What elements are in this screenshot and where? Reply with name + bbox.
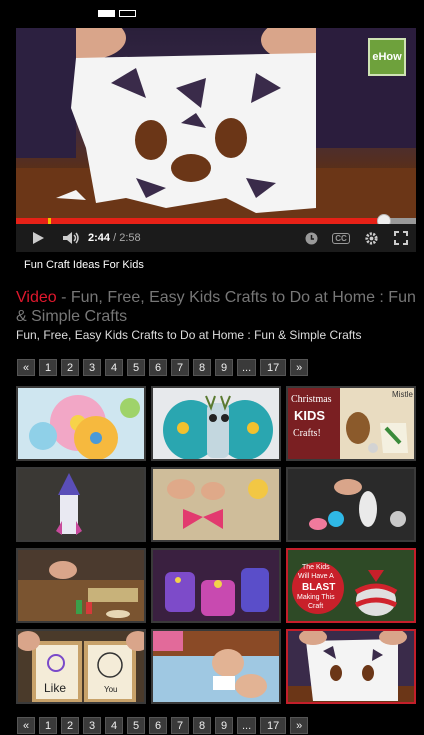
pager-page-4[interactable]: 4 (105, 717, 123, 734)
pager-page-5[interactable]: 5 (127, 359, 145, 376)
pager-page-1[interactable]: 1 (39, 717, 57, 734)
thumbnail-cupcake-houses-image (165, 568, 269, 616)
video-still-image (16, 28, 416, 218)
video-frame[interactable]: eHow (16, 28, 416, 218)
pagination-bottom: « 1 2 3 4 5 6 7 8 9 ... 17 » (17, 717, 309, 734)
thumbnail-christmas-kids-crafts[interactable]: Christmas KIDS Crafts! Mistle (286, 386, 416, 461)
pager-page-8[interactable]: 8 (193, 359, 211, 376)
pager-next[interactable]: » (290, 359, 309, 376)
thumbnail-folding-paper[interactable] (151, 629, 281, 704)
thumb-blast-text-3: BLAST (302, 582, 336, 593)
thumbnail-clay-figures-image (309, 479, 406, 530)
fullscreen-icon[interactable] (386, 224, 416, 252)
settings-icon[interactable] (356, 224, 386, 252)
heading-lead: Video (16, 289, 57, 306)
thumbnail-christmas-image (346, 412, 408, 453)
time-total: 2:58 (119, 232, 141, 244)
slide-dot-2[interactable] (119, 10, 136, 17)
pager-page-6[interactable]: 6 (149, 717, 167, 734)
slider-dots (98, 10, 136, 17)
pager-ellipsis: ... (237, 359, 257, 376)
thumbnail-paper-snowflake[interactable] (286, 629, 416, 704)
pager-page-17[interactable]: 17 (260, 717, 287, 734)
thumbnail-bottle-peacock[interactable] (151, 386, 281, 461)
thumbnail-table-craft-image (18, 550, 144, 618)
thumbnail-cupcake-houses[interactable] (151, 548, 281, 623)
pagination-top: « 1 2 3 4 5 6 7 8 9 ... 17 » (17, 359, 309, 376)
watch-later-icon[interactable] (296, 224, 326, 252)
thumb-like-text-1: Like (44, 681, 67, 695)
pager-page-1[interactable]: 1 (39, 359, 57, 376)
time-display: 2:44 / 2:58 (88, 232, 141, 244)
pager-prev[interactable]: « (17, 717, 35, 734)
thumbnail-paper-rocket[interactable] (16, 467, 146, 542)
play-icon[interactable] (16, 224, 60, 252)
pager-page-3[interactable]: 3 (83, 717, 101, 734)
pager-page-9[interactable]: 9 (215, 359, 233, 376)
thumbnail-clay-figures[interactable] (286, 467, 416, 542)
pager-page-7[interactable]: 7 (171, 359, 189, 376)
pager-page-7[interactable]: 7 (171, 717, 189, 734)
heading-text: - Fun, Free, Easy Kids Crafts to Do at H… (16, 289, 416, 325)
ehow-logo: eHow (368, 38, 406, 76)
pager-next[interactable]: » (290, 717, 309, 734)
player-controls: 2:44 / 2:58 CC (16, 224, 416, 252)
thumb-blast-text-4: Making This (297, 594, 335, 601)
thumbnail-like-frame[interactable]: Like You (16, 629, 146, 704)
thumb-blast-text-2: Will Have A (298, 573, 334, 580)
pager-page-17[interactable]: 17 (260, 359, 287, 376)
time-current: 2:44 (88, 232, 111, 244)
slide-dot-1[interactable] (98, 10, 115, 17)
pager-page-4[interactable]: 4 (105, 359, 123, 376)
captions-icon[interactable]: CC (326, 224, 356, 252)
thumbnail-paper-bow-image (167, 479, 268, 529)
pager-page-3[interactable]: 3 (83, 359, 101, 376)
thumbnail-bottle-peacock-image (163, 395, 273, 459)
thumbnail-blast-ornament[interactable]: The Kids Will Have A BLAST Making This C… (286, 548, 416, 623)
pager-ellipsis: ... (237, 717, 257, 734)
thumb-blast-text-5: Craft (308, 603, 324, 610)
video-player[interactable]: eHow 2:44 / 2:58 CC (16, 28, 416, 252)
pager-page-9[interactable]: 9 (215, 717, 233, 734)
pager-page-2[interactable]: 2 (61, 359, 79, 376)
volume-icon[interactable] (60, 224, 82, 252)
thumb-like-text-2: You (104, 685, 118, 694)
pager-prev[interactable]: « (17, 359, 35, 376)
pager-page-5[interactable]: 5 (127, 717, 145, 734)
thumbnail-paper-bow[interactable] (151, 467, 281, 542)
captions-label: CC (332, 232, 350, 244)
thumbnail-paper-snowflake-image (288, 631, 414, 702)
page-subheading: Fun, Free, Easy Kids Crafts to Do at Hom… (16, 328, 362, 342)
thumbnail-folding-paper-image (153, 631, 279, 698)
pager-page-8[interactable]: 8 (193, 717, 211, 734)
pager-page-2[interactable]: 2 (61, 717, 79, 734)
thumbnail-paper-flowers-image (29, 395, 140, 459)
video-title[interactable]: Fun Craft Ideas For Kids (24, 259, 144, 271)
page-heading: Video - Fun, Free, Easy Kids Crafts to D… (16, 288, 416, 326)
thumb-blast-text-1: The Kids (302, 564, 330, 571)
thumbnail-like-frame-image (18, 631, 144, 702)
pager-page-6[interactable]: 6 (149, 359, 167, 376)
time-separator: / (110, 232, 120, 244)
thumbnail-paper-rocket-image (56, 473, 82, 535)
thumbnail-paper-flowers[interactable] (16, 386, 146, 461)
thumbnail-table-craft[interactable] (16, 548, 146, 623)
